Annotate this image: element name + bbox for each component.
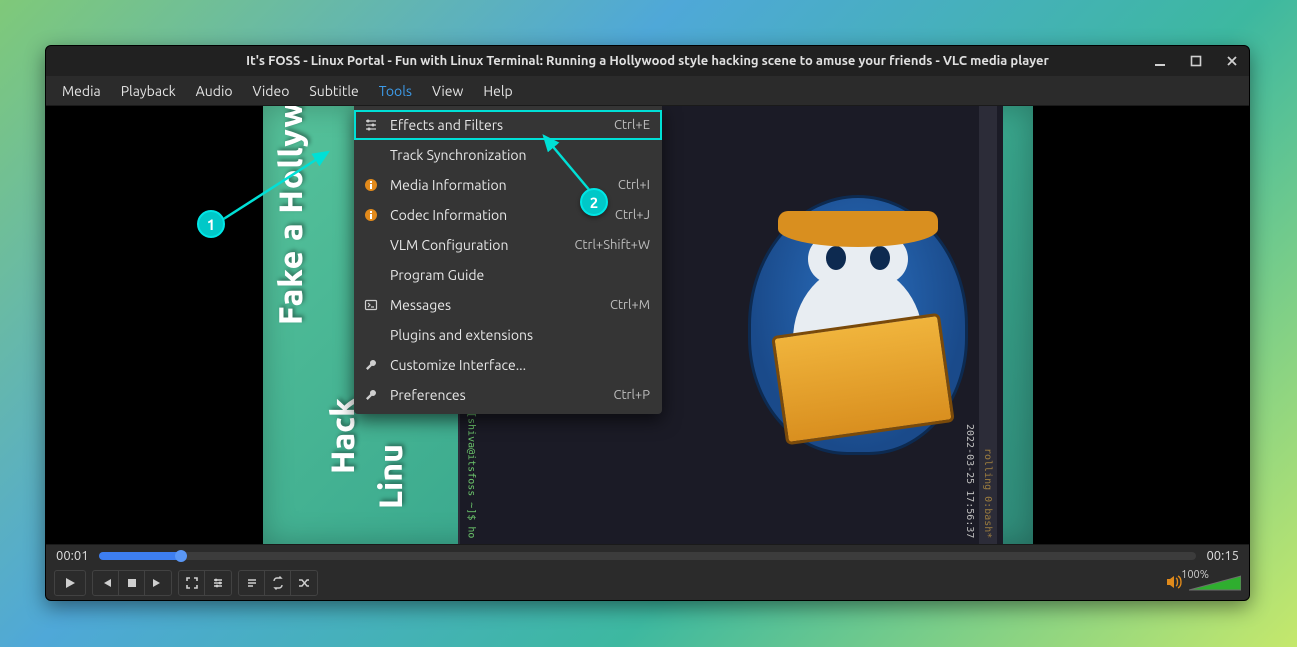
extended-settings-button[interactable] (205, 571, 231, 595)
annotation-badge-1: 1 (197, 210, 225, 238)
blank-icon (362, 236, 380, 254)
menu-item-label: Customize Interface... (390, 357, 640, 373)
playlist-button[interactable] (239, 571, 265, 595)
seek-fill (99, 552, 181, 560)
menu-item-audio[interactable]: Audio (186, 78, 243, 104)
menu-item-playback[interactable]: Playback (111, 78, 186, 104)
current-time: 00:01 (56, 549, 89, 563)
sliders-icon (362, 116, 380, 134)
tools-menu-item-plugins-and-extensions[interactable]: Plugins and extensions (354, 320, 662, 350)
menu-item-shortcut: Ctrl+P (613, 388, 650, 402)
menu-item-label: Messages (390, 297, 600, 313)
play-button[interactable] (55, 571, 85, 595)
seek-bar[interactable] (99, 552, 1197, 560)
seek-row: 00:01 00:15 (46, 544, 1249, 566)
loop-button[interactable] (265, 571, 291, 595)
volume-area: 100% (1131, 574, 1241, 593)
wrench-icon (362, 386, 380, 404)
tools-menu-item-customize-interface[interactable]: Customize Interface... (354, 350, 662, 380)
tools-menu-item-vlm-configuration[interactable]: VLM Configuration Ctrl+Shift+W (354, 230, 662, 260)
menu-item-label: Plugins and extensions (390, 327, 640, 343)
tools-menu-item-messages[interactable]: Messages Ctrl+M (354, 290, 662, 320)
menu-item-label: Preferences (390, 387, 603, 403)
blank-icon (362, 326, 380, 344)
menu-item-tools[interactable]: Tools (369, 78, 422, 104)
menu-item-shortcut: Ctrl+M (610, 298, 650, 312)
previous-button[interactable] (93, 571, 119, 595)
terminal-icon (362, 296, 380, 314)
menu-item-video[interactable]: Video (243, 78, 300, 104)
tools-menu-item-preferences[interactable]: Preferences Ctrl+P (354, 380, 662, 410)
total-time: 00:15 (1206, 549, 1239, 563)
info-icon (362, 206, 380, 224)
blank-icon (362, 146, 380, 164)
window-title: It's FOSS - Linux Portal - Fun with Linu… (246, 54, 1049, 68)
shuffle-button[interactable] (291, 571, 317, 595)
menubar: MediaPlaybackAudioVideoSubtitleToolsView… (46, 76, 1249, 106)
maximize-button[interactable] (1185, 50, 1207, 72)
vlc-window: It's FOSS - Linux Portal - Fun with Linu… (45, 45, 1250, 601)
menu-item-subtitle[interactable]: Subtitle (299, 78, 368, 104)
tools-menu-item-program-guide[interactable]: Program Guide (354, 260, 662, 290)
video-overlay-text-3: Linu (373, 444, 409, 509)
menu-item-help[interactable]: Help (473, 78, 522, 104)
wrench-icon (362, 356, 380, 374)
info-icon (362, 176, 380, 194)
fullscreen-button[interactable] (179, 571, 205, 595)
seek-knob[interactable] (175, 550, 187, 562)
video-area: Fake a Hollywood Hack Linu rolling 0:bas… (46, 106, 1249, 544)
controls-row: 100% (46, 566, 1249, 600)
stop-button[interactable] (119, 571, 145, 595)
menu-item-shortcut: Ctrl+J (615, 208, 650, 222)
menu-item-shortcut: Ctrl+Shift+W (574, 238, 650, 252)
menu-item-label: VLM Configuration (390, 237, 564, 253)
menu-item-media[interactable]: Media (52, 78, 111, 104)
menu-item-label: Program Guide (390, 267, 640, 283)
volume-slider[interactable] (1189, 574, 1241, 592)
window-controls (1149, 46, 1243, 76)
blank-icon (362, 266, 380, 284)
mascot-graphic (728, 175, 988, 475)
terminal-prompt-text: [shiva@itsfoss ~]$ ho (466, 412, 477, 538)
minimize-button[interactable] (1149, 50, 1171, 72)
menu-item-view[interactable]: View (422, 78, 473, 104)
annotation-badge-2: 2 (580, 188, 608, 216)
close-button[interactable] (1221, 50, 1243, 72)
next-button[interactable] (145, 571, 171, 595)
titlebar: It's FOSS - Linux Portal - Fun with Linu… (46, 46, 1249, 76)
